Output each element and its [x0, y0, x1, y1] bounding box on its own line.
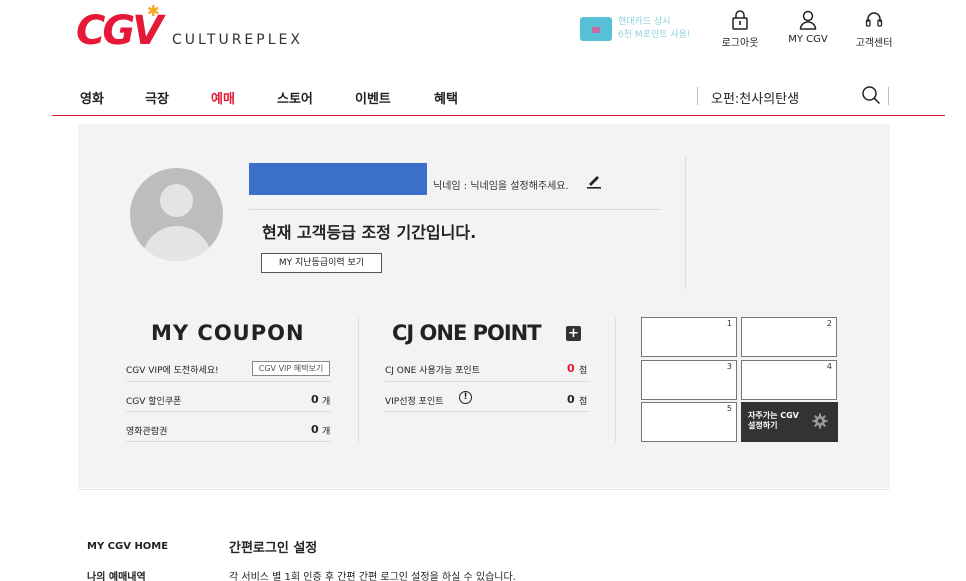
- slot-number: 2: [826, 319, 832, 328]
- credit-card-icon: [580, 17, 612, 41]
- unit: 개: [322, 427, 331, 437]
- nav-event[interactable]: 이벤트: [355, 88, 391, 107]
- slot-number: 3: [726, 362, 732, 371]
- divider: [888, 87, 889, 105]
- slot-number: 1: [726, 319, 732, 328]
- grade-status: 현재 고객등급 조정 기간입니다.: [262, 223, 477, 242]
- divider: [385, 381, 590, 382]
- search-icon[interactable]: [861, 85, 881, 105]
- sidebar-item-mycgv-home[interactable]: MY CGV HOME: [87, 541, 168, 552]
- customer-center-label: 고객센터: [855, 38, 893, 49]
- slot-number: 4: [826, 362, 832, 371]
- unit: 점: [579, 366, 588, 376]
- favorite-slot[interactable]: 5: [641, 402, 737, 442]
- favorite-slot[interactable]: 3: [641, 360, 737, 400]
- promo-line2: 6천 M포인트 사용!: [618, 30, 691, 40]
- promo-banner[interactable]: 현대카드 상시 6천 M포인트 사용!: [580, 15, 691, 45]
- divider: [697, 87, 698, 105]
- logout-link[interactable]: 로그아웃: [705, 10, 775, 49]
- favorite-settings-label: 자주가는 CGV 설정하기: [748, 411, 799, 431]
- nav-underline: [52, 115, 945, 116]
- movie-ticket-label: 영화관람권: [126, 427, 168, 437]
- cjone-add-button[interactable]: +: [566, 326, 581, 341]
- mycgv-link[interactable]: MY CGV: [773, 10, 843, 45]
- nav-theater[interactable]: 극장: [145, 88, 169, 107]
- info-icon[interactable]: !: [459, 391, 472, 404]
- coupon-title: MY COUPON: [151, 321, 305, 345]
- slot-number: 5: [726, 404, 732, 413]
- user-name-redacted: [249, 163, 427, 195]
- divider: [78, 489, 890, 490]
- search-input[interactable]: 오펀:천사의탄생: [711, 88, 799, 107]
- logo-star-icon: ✱: [147, 2, 160, 20]
- customer-center-link[interactable]: 고객센터: [839, 10, 909, 49]
- discount-coupon-label: CGV 할인쿠폰: [126, 397, 182, 407]
- sidebar-item-booking-history[interactable]: 나의 예매내역: [87, 568, 146, 581]
- edit-pencil-icon[interactable]: [586, 173, 602, 189]
- headset-icon: [865, 12, 883, 27]
- mycgv-label: MY CGV: [788, 34, 828, 45]
- avatar[interactable]: [130, 168, 223, 261]
- favorite-slot[interactable]: 2: [741, 317, 837, 357]
- section-title: 간편로그인 설정: [229, 541, 318, 556]
- unit: 개: [322, 397, 331, 407]
- favorite-settings-line1: 자주가는 CGV: [748, 411, 799, 420]
- nav-booking[interactable]: 예매: [211, 88, 235, 107]
- divider: [685, 157, 686, 290]
- divider: [615, 318, 616, 442]
- section-description: 각 서비스 별 1회 인증 후 간편 간편 로그인 설정을 하실 수 있습니다.: [229, 572, 516, 581]
- logout-label: 로그아웃: [721, 38, 759, 49]
- vip-benefit-button[interactable]: CGV VIP 혜택보기: [252, 361, 330, 376]
- discount-coupon-count[interactable]: 0: [311, 393, 319, 406]
- nav-movie[interactable]: 영화: [80, 88, 104, 107]
- vip-challenge-label: CGV VIP에 도전하세요!: [126, 366, 219, 376]
- main-nav: 영화 극장 예매 스토어 이벤트 혜택 오펀:천사의탄생: [0, 80, 966, 114]
- divider: [358, 318, 359, 442]
- promo-line1: 현대카드 상시: [618, 17, 671, 27]
- vip-points-label: VIP선정 포인트: [385, 397, 444, 407]
- user-icon: [799, 10, 817, 30]
- cjone-title: CJ ONE POINT: [392, 321, 542, 345]
- divider: [126, 441, 331, 442]
- gear-icon: [812, 413, 828, 429]
- nav-benefit[interactable]: 혜택: [434, 88, 458, 107]
- nav-store[interactable]: 스토어: [277, 88, 313, 107]
- favorite-slot[interactable]: 4: [741, 360, 837, 400]
- favorite-settings-line2: 설정하기: [748, 421, 778, 430]
- cjone-available-points: 0: [567, 362, 575, 375]
- logo-subtitle: CULTUREPLEX: [172, 32, 303, 48]
- favorite-slot[interactable]: 1: [641, 317, 737, 357]
- vip-points-value: 0: [567, 393, 575, 406]
- nickname-text: 닉네임 : 닉네임을 설정해주세요.: [433, 181, 569, 192]
- divider: [249, 209, 662, 210]
- divider: [126, 411, 331, 412]
- grade-history-button[interactable]: MY 지난등급이력 보기: [261, 253, 382, 273]
- cjone-available-label: CJ ONE 사용가능 포인트: [385, 366, 480, 376]
- divider: [126, 381, 331, 382]
- movie-ticket-count[interactable]: 0: [311, 423, 319, 436]
- promo-text: 현대카드 상시 6천 M포인트 사용!: [618, 16, 691, 42]
- unit: 점: [579, 397, 588, 407]
- favorite-settings-button[interactable]: 자주가는 CGV 설정하기: [741, 402, 838, 442]
- lock-icon: [732, 10, 748, 30]
- divider: [385, 411, 590, 412]
